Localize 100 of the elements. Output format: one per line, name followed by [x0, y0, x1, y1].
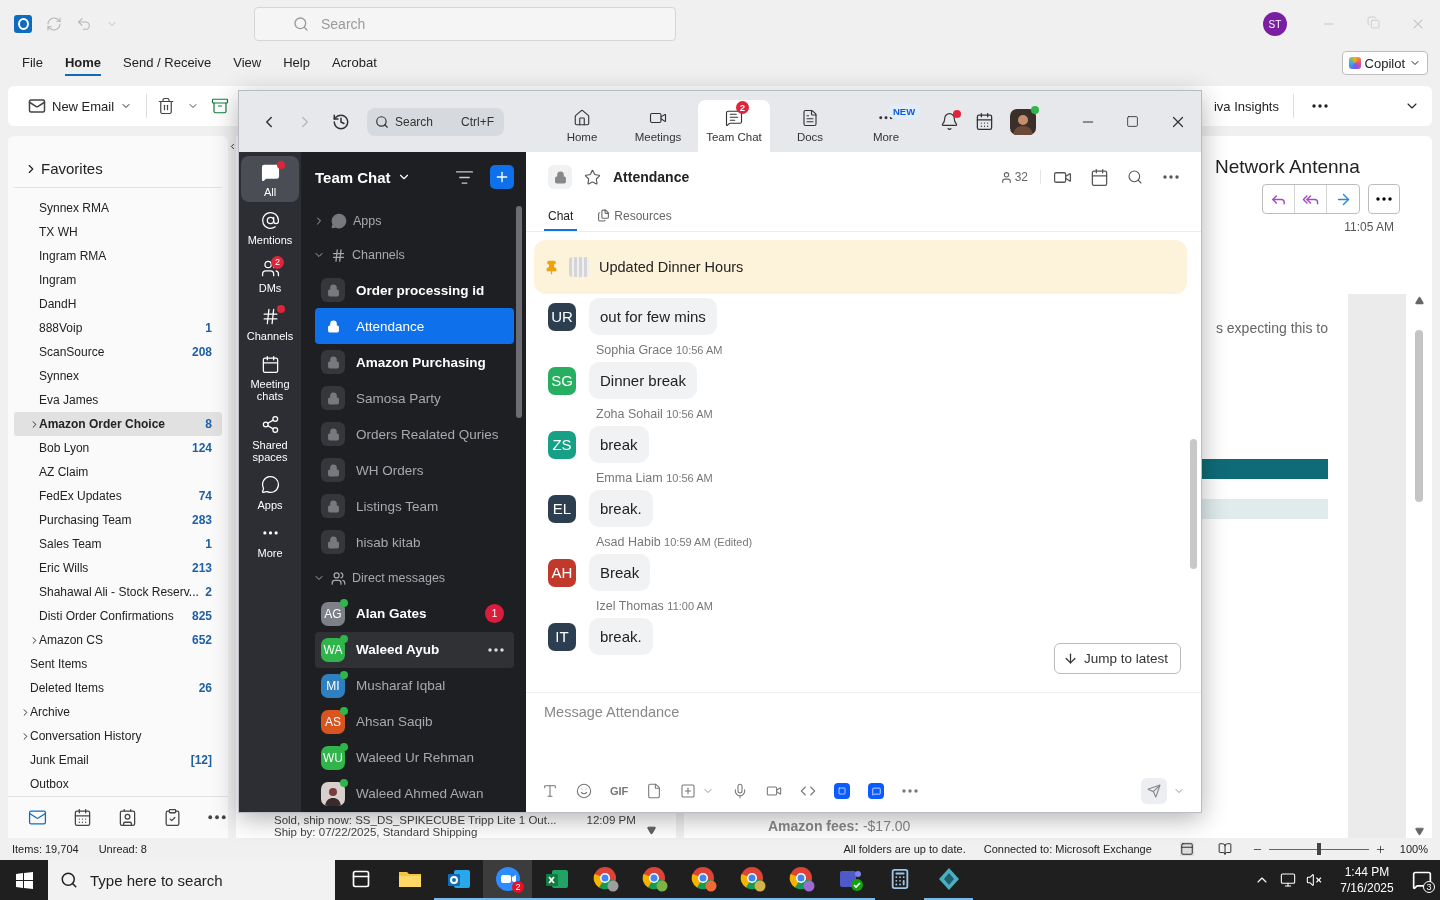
- search-field[interactable]: Search Ctrl+F: [367, 107, 504, 136]
- menu-tab[interactable]: Send / Receive: [123, 50, 212, 76]
- search-icon[interactable]: [1127, 169, 1143, 185]
- chat-tab[interactable]: Chat: [544, 202, 578, 231]
- folder-item[interactable]: Disti Order Confirmations 825: [14, 604, 222, 628]
- folder-item[interactable]: Sales Team 1: [14, 532, 222, 556]
- calendar-icon[interactable]: [73, 808, 92, 827]
- reading-view-icon[interactable]: [1217, 842, 1232, 856]
- emoji-icon[interactable]: [576, 783, 592, 799]
- normal-view-icon[interactable]: [1179, 842, 1194, 856]
- contact-item[interactable]: MI Musharaf Iqbal: [315, 668, 514, 704]
- folder-item[interactable]: Ingram RMA: [14, 244, 222, 268]
- mail-icon[interactable]: [28, 808, 47, 827]
- menu-tab[interactable]: Acrobat: [331, 50, 377, 76]
- section-header[interactable]: Direct messages: [301, 560, 526, 596]
- folder-item[interactable]: Amazon CS 652: [14, 628, 222, 652]
- app-button[interactable]: [834, 783, 851, 799]
- nav-tab[interactable]: Meetings: [622, 100, 694, 152]
- zoom-in-icon[interactable]: [1374, 843, 1386, 855]
- folder-item[interactable]: DandH: [14, 292, 222, 316]
- rail-item[interactable]: More: [241, 516, 299, 563]
- scroll-up-icon[interactable]: [1414, 296, 1424, 305]
- collapse-pane-icon[interactable]: [228, 142, 237, 151]
- scroll-down-icon[interactable]: [647, 826, 656, 835]
- copilot-button[interactable]: Copilot: [1341, 51, 1428, 75]
- more-actions-button[interactable]: [1368, 184, 1400, 214]
- folder-item[interactable]: ScanSource 208: [14, 340, 222, 364]
- folder-item[interactable]: Ingram: [14, 268, 222, 292]
- menu-tab[interactable]: Help: [283, 50, 310, 76]
- nav-tab[interactable]: Home: [546, 100, 618, 152]
- account-avatar[interactable]: ST: [1263, 12, 1287, 36]
- more-icon[interactable]: [488, 648, 504, 652]
- folder-item[interactable]: TX WH: [14, 220, 222, 244]
- rail-item[interactable]: Meeting chats: [241, 348, 299, 407]
- network-icon[interactable]: [1280, 872, 1296, 888]
- maximize-icon[interactable]: [1126, 115, 1139, 128]
- channel-item[interactable]: Listings Team: [315, 488, 514, 525]
- rail-item[interactable]: DMs 2: [241, 252, 299, 299]
- slider-thumb[interactable]: [1316, 843, 1321, 855]
- text-format-icon[interactable]: [542, 783, 558, 799]
- video-clip-icon[interactable]: [766, 783, 783, 799]
- taskbar-search-field[interactable]: Type here to search: [48, 860, 335, 900]
- channel-item[interactable]: hisab kitab: [315, 524, 514, 561]
- channel-item[interactable]: Order processing id: [315, 272, 514, 309]
- new-chat-button[interactable]: [490, 165, 514, 190]
- profile-avatar[interactable]: [1010, 108, 1036, 135]
- channel-item[interactable]: Orders Realated Quries: [315, 416, 514, 453]
- new-email-button[interactable]: New Email: [24, 97, 137, 115]
- folder-item[interactable]: Amazon Order Choice 8: [14, 412, 222, 436]
- rail-item[interactable]: Mentions: [241, 204, 299, 251]
- contact-item[interactable]: WA Waleed Ayub: [315, 632, 514, 668]
- folder-item[interactable]: Shahawal Ali - Stock Reserv... 2: [14, 580, 222, 604]
- nav-tab[interactable]: 2 Team Chat: [698, 100, 770, 152]
- more-icon[interactable]: [1163, 175, 1179, 179]
- folder-item[interactable]: Synnex RMA: [14, 196, 222, 220]
- more-icon[interactable]: [1312, 104, 1328, 108]
- menu-tab[interactable]: Home: [64, 50, 102, 76]
- folder-item[interactable]: Conversation History: [14, 724, 222, 748]
- delete-icon[interactable]: [157, 97, 176, 115]
- code-icon[interactable]: [800, 783, 817, 799]
- menu-tab[interactable]: File: [22, 50, 43, 76]
- screenshot-icon[interactable]: [680, 783, 697, 799]
- ribbon-button[interactable]: iva Insights: [1209, 98, 1283, 114]
- folder-item[interactable]: Outbox: [14, 772, 222, 796]
- scrollbar-thumb[interactable]: [1190, 439, 1197, 569]
- contact-item[interactable]: AG Alan Gates 1: [315, 596, 514, 632]
- nav-tab[interactable]: NEW More: [850, 100, 922, 152]
- channel-item[interactable]: Amazon Purchasing: [315, 344, 514, 381]
- calendar-icon[interactable]: [1090, 167, 1109, 187]
- scrollbar-thumb[interactable]: [516, 206, 522, 418]
- notifications-button[interactable]: 3: [1412, 870, 1432, 890]
- section-header[interactable]: Channels: [301, 238, 526, 273]
- app-button[interactable]: [868, 783, 885, 799]
- notifications-button[interactable]: [940, 112, 959, 131]
- members-button[interactable]: 32: [999, 170, 1041, 184]
- folder-item[interactable]: Bob Lyon 124: [14, 436, 222, 460]
- muted-speaker-icon[interactable]: [1306, 872, 1322, 888]
- file-icon[interactable]: [646, 783, 663, 799]
- menu-tab[interactable]: View: [233, 50, 262, 76]
- folder-item[interactable]: 888Voip 1: [14, 316, 222, 340]
- scrollbar-thumb[interactable]: [1415, 330, 1423, 502]
- folder-item[interactable]: Purchasing Team 283: [14, 508, 222, 532]
- archive-icon[interactable]: [211, 97, 230, 115]
- section-header[interactable]: Apps: [301, 202, 526, 239]
- contact-item[interactable]: AS Ahsan Saqib: [315, 704, 514, 740]
- channel-item[interactable]: Attendance: [315, 308, 514, 345]
- rail-item[interactable]: Shared spaces: [241, 408, 299, 467]
- channel-item[interactable]: WH Orders: [315, 452, 514, 489]
- people-icon[interactable]: [118, 808, 137, 827]
- rail-item[interactable]: All: [241, 156, 299, 203]
- folder-item[interactable]: Sent Items: [14, 652, 222, 676]
- channel-item[interactable]: Samosa Party: [315, 380, 514, 417]
- favorites-header[interactable]: Favorites: [14, 136, 222, 188]
- pinned-message-banner[interactable]: Updated Dinner Hours: [534, 240, 1187, 294]
- folder-item[interactable]: AZ Claim: [14, 460, 222, 484]
- list-title-dropdown[interactable]: Team Chat: [315, 168, 411, 186]
- folder-item[interactable]: Junk Email [12]: [14, 748, 222, 772]
- folder-item[interactable]: Eva James: [14, 388, 222, 412]
- rail-item[interactable]: Apps: [241, 468, 299, 515]
- contact-item[interactable]: WU Waleed Ur Rehman: [315, 740, 514, 776]
